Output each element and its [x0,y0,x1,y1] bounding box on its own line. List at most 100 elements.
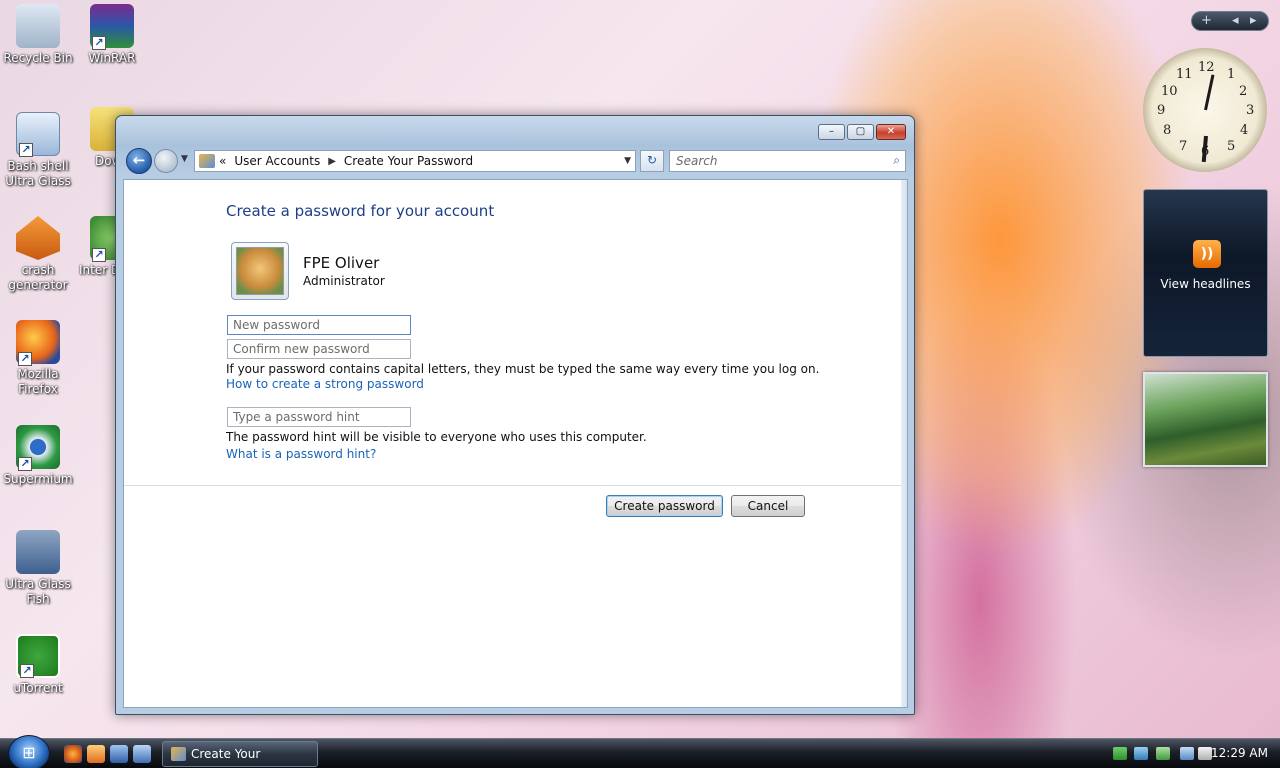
utorrent-icon: ↗ [16,634,60,678]
taskbar: ⊞ Create Your Password 12:29 AM [0,735,1280,768]
shortcut-arrow-icon: ↗ [18,457,32,471]
forward-button[interactable] [154,149,178,173]
divider [124,485,901,486]
desktop-icon-label: Supermium [3,472,73,486]
desktop-icon-label: Mozilla Firefox [17,367,59,396]
bash-shell-icon: ↗ [16,112,60,157]
next-page-button[interactable]: ▸ [1250,13,1257,28]
switch-windows-icon[interactable] [133,745,151,763]
volume-muted-icon[interactable] [1198,747,1212,760]
breadcrumb-separator-icon[interactable]: ▶ [328,156,336,167]
user-name: FPE Oliver [303,254,380,272]
create-password-window: – ▢ ✕ ← ▼ « User Accounts ▶ Create Your … [115,115,915,715]
avatar [231,242,289,300]
clock-number: 7 [1179,139,1188,154]
cancel-button[interactable]: Cancel [731,495,805,517]
window-controls: – ▢ ✕ [818,124,906,140]
system-tray: 12:29 AM [1108,739,1280,768]
firefox-icon: ↗ [16,320,60,366]
desktop-icon-winrar[interactable]: ↗ WinRAR [75,4,149,66]
caps-lock-note: If your password contains capital letter… [226,362,820,376]
previous-page-button[interactable]: ◂ [1232,13,1239,28]
clock-number: 9 [1157,103,1166,118]
breadcrumb-create-your-password[interactable]: Create Your Password [344,154,473,168]
slideshow-gadget[interactable] [1143,372,1268,467]
recent-pages-dropdown[interactable]: ▼ [181,154,188,164]
add-gadget-button[interactable]: + [1201,13,1212,28]
tray-app-icon[interactable] [1113,747,1127,760]
password-hint-link[interactable]: What is a password hint? [226,447,376,461]
supermium-icon: ↗ [16,425,60,471]
gadget-controls: + ◂ ▸ [1191,11,1269,31]
breadcrumb-user-accounts[interactable]: User Accounts [234,154,320,168]
maximize-button[interactable]: ▢ [847,124,874,140]
desktop-icon-label: uTorrent [13,681,63,695]
show-desktop-icon[interactable] [110,745,128,763]
tray-connection-icon[interactable] [1180,747,1194,760]
minimize-button[interactable]: – [818,124,845,140]
clock-number: 11 [1176,67,1193,82]
desktop-icon-label: Recycle Bin [3,51,73,65]
address-bar[interactable]: « User Accounts ▶ Create Your Password ▼ [194,150,636,172]
tray-update-icon[interactable] [1156,747,1170,760]
search-input[interactable]: Search ⌕ [669,150,906,172]
back-button[interactable]: ← [126,148,152,174]
taskbar-item-label: Create Your Password [191,747,261,761]
clock-time[interactable]: 12:29 AM [1211,746,1268,760]
clock-gadget[interactable]: 12 1 2 3 4 5 6 7 8 9 10 11 [1143,48,1267,172]
desktop-icon-bash-shell[interactable]: ↗ Bash shell Ultra Glass [1,112,75,189]
strong-password-link[interactable]: How to create a strong password [226,377,424,391]
start-button[interactable]: ⊞ [8,735,50,768]
firefox-quicklaunch-icon[interactable] [64,745,82,763]
shortcut-arrow-icon: ↗ [92,248,106,262]
view-headlines-link[interactable]: View headlines [1144,277,1267,291]
recycle-bin-icon [16,4,60,48]
address-dropdown-icon[interactable]: ▼ [624,156,631,166]
search-icon[interactable]: ⌕ [893,153,900,168]
refresh-button[interactable]: ↻ [640,150,664,172]
winrar-icon: ↗ [90,4,134,50]
desktop-icon-utorrent[interactable]: ↗ uTorrent [1,634,75,696]
desktop-icon-label: crash generator [8,263,68,292]
navigation-bar: ← ▼ « User Accounts ▶ Create Your Passwo… [124,148,906,174]
fish-icon [16,530,60,574]
clock-number: 12 [1198,60,1215,75]
taskbar-item-create-your-password[interactable]: Create Your Password [162,741,318,767]
password-hint-field[interactable] [227,407,411,427]
clock-minute-hand [1204,74,1215,111]
desktop-icon-label: WinRAR [88,51,136,65]
desktop-icon-label: Ultra Glass Fish [5,577,71,606]
create-password-button[interactable]: Create password [606,495,723,517]
shortcut-arrow-icon: ↗ [92,36,106,50]
shortcut-arrow-icon: ↗ [18,352,32,366]
desktop-icon-supermium[interactable]: ↗ Supermium [1,425,75,487]
control-panel-icon [199,154,215,168]
scrollbar[interactable] [901,180,907,707]
user-picture-icon [236,247,284,295]
tray-network-icon[interactable] [1134,747,1148,760]
user-accounts-icon [171,747,186,761]
hint-note: The password hint will be visible to eve… [226,430,647,444]
desktop-icon-recycle-bin[interactable]: Recycle Bin [1,4,75,66]
clock-number: 3 [1246,103,1255,118]
rss-feed-icon: )) [1193,240,1221,268]
clock-number: 8 [1163,123,1172,138]
clock-number: 1 [1227,67,1236,82]
breadcrumb-prefix[interactable]: « [219,154,226,168]
desktop-icon-ultra-glass-fish[interactable]: Ultra Glass Fish [1,530,75,607]
desktop-icon-label: Bash shell Ultra Glass [5,159,71,188]
user-role: Administrator [303,274,385,288]
confirm-password-field[interactable] [227,339,411,359]
content-pane: Create a password for your account FPE O… [123,179,908,708]
desktop-icon-crash-generator[interactable]: crash generator [1,216,75,293]
new-password-field[interactable] [227,315,411,335]
close-button[interactable]: ✕ [876,124,906,140]
shortcut-arrow-icon: ↗ [19,143,33,157]
clock-number: 5 [1227,139,1236,154]
feed-headlines-gadget[interactable]: )) View headlines [1143,189,1268,357]
search-placeholder: Search [676,154,718,168]
page-title: Create a password for your account [226,202,495,220]
desktop-icon-firefox[interactable]: ↗ Mozilla Firefox [1,320,75,397]
quicklaunch-app-icon[interactable] [87,745,105,763]
shortcut-arrow-icon: ↗ [20,664,34,678]
